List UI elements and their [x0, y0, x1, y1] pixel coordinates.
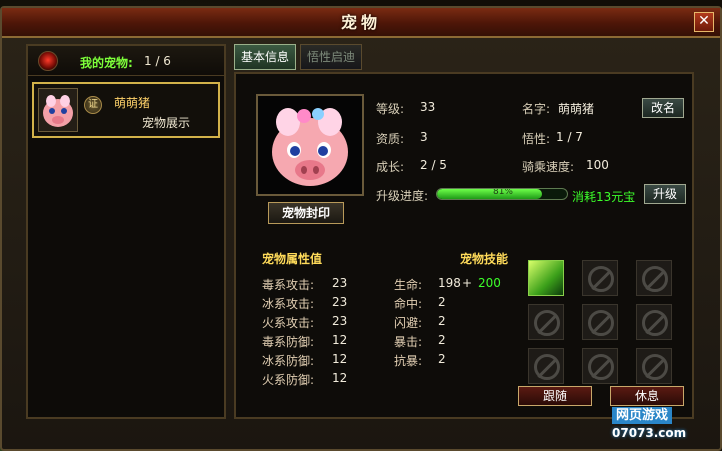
attribute-value: 23: [332, 276, 348, 290]
attribute-label: 火系防御:: [262, 373, 315, 387]
tab-savvy-enlighten[interactable]: 悟性启迪: [300, 44, 362, 70]
attribute-value: 12: [332, 333, 348, 347]
red-gem-icon: [38, 51, 58, 71]
name-value: 萌萌猪: [558, 102, 595, 116]
skill-slot-filled[interactable]: [528, 260, 564, 296]
stat-value: 2: [438, 333, 446, 347]
site-watermark: 网页游戏 07073.com: [612, 407, 712, 443]
skill-slot-locked[interactable]: [582, 304, 618, 340]
pet-list-header: 我的宠物: 1 / 6: [28, 46, 224, 76]
pet-seal-button[interactable]: 宠物封印: [268, 202, 344, 224]
pet-certificate-icon: 证: [84, 96, 102, 114]
locked-slot-icon: [534, 310, 560, 336]
pet-portrait: [256, 94, 364, 196]
quality-label: 资质:: [376, 132, 405, 146]
watermark-line2: 07073.com: [612, 426, 687, 440]
attribute-label: 火系攻击:: [262, 316, 315, 330]
level-label: 等级:: [376, 102, 405, 116]
pet-list-name: 萌萌猪: [114, 96, 151, 110]
close-icon: ✕: [698, 13, 710, 29]
stat-value: 198: [438, 276, 461, 290]
name-label: 名字:: [522, 102, 551, 116]
follow-button[interactable]: 跟随: [518, 386, 592, 406]
ride-speed-value: 100: [586, 158, 609, 172]
quality-value: 3: [420, 130, 428, 144]
savvy-label: 悟性:: [522, 132, 551, 146]
pet-thumbnail: [38, 88, 78, 132]
attribute-label: 冰系防御:: [262, 354, 315, 368]
ride-speed-label: 骑乘速度:: [522, 160, 575, 174]
stat-label: 生命:: [394, 278, 423, 292]
locked-slot-icon: [588, 310, 614, 336]
locked-slot-icon: [642, 266, 668, 292]
locked-slot-icon: [642, 310, 668, 336]
skills-title: 宠物技能: [460, 252, 509, 266]
skill-slot-locked[interactable]: [528, 348, 564, 384]
attribute-value: 12: [332, 371, 348, 385]
attribute-label: 冰系攻击:: [262, 297, 315, 311]
my-pets-label: 我的宠物:: [80, 56, 133, 70]
locked-slot-icon: [642, 354, 668, 380]
stat-label: 暴击:: [394, 335, 423, 349]
stat-value: 2: [438, 352, 446, 366]
skill-slot-locked[interactable]: [528, 304, 564, 340]
attribute-value: 23: [332, 314, 348, 328]
attribute-label: 毒系攻击:: [262, 278, 315, 292]
watermark-line1: 网页游戏: [612, 407, 673, 424]
tab-basic-info[interactable]: 基本信息: [234, 44, 296, 70]
attributes-title: 宠物属性值: [262, 252, 323, 266]
stat-value: 2: [438, 314, 446, 328]
skill-slot-locked[interactable]: [582, 348, 618, 384]
title-bar: 宠物 ✕: [2, 8, 720, 38]
skill-slot-locked[interactable]: [636, 260, 672, 296]
upgrade-cost-text: 消耗13元宝: [572, 190, 636, 204]
my-pets-count: 1 / 6: [144, 54, 171, 68]
rest-button[interactable]: 休息: [610, 386, 684, 406]
growth-value: 2 / 5: [420, 158, 447, 172]
close-button[interactable]: ✕: [694, 12, 714, 32]
locked-slot-icon: [588, 354, 614, 380]
stat-plus-sign: +: [462, 276, 473, 290]
skill-slot-locked[interactable]: [636, 348, 672, 384]
locked-slot-icon: [534, 354, 560, 380]
pet-detail-panel: 宠物封印 等级: 33 名字: 萌萌猪 改名 资质: 3 悟性: 1 / 7 成…: [234, 72, 694, 419]
stat-label: 抗暴:: [394, 354, 423, 368]
attribute-value: 12: [332, 352, 348, 366]
growth-label: 成长:: [376, 160, 405, 174]
rename-button[interactable]: 改名: [642, 98, 684, 118]
skill-slot-locked[interactable]: [636, 304, 672, 340]
exp-progress-bar: 81%: [436, 188, 568, 200]
savvy-value: 1 / 7: [556, 130, 583, 144]
pet-list-item[interactable]: 证 萌萌猪 宠物展示: [32, 82, 220, 138]
pet-display-link[interactable]: 宠物展示: [142, 114, 190, 131]
window-title: 宠物: [340, 13, 381, 32]
locked-slot-icon: [588, 266, 614, 292]
level-value: 33: [420, 100, 436, 114]
game-scene-background: 宠物 ✕ 我的宠物: 1 / 6 证 萌萌猪 宠物展示 基本信息 悟性启迪 宠物…: [0, 0, 722, 451]
attribute-value: 23: [332, 295, 348, 309]
upgrade-button[interactable]: 升级: [644, 184, 686, 204]
stat-label: 命中:: [394, 297, 423, 311]
skill-slot-locked[interactable]: [582, 260, 618, 296]
attribute-label: 毒系防御:: [262, 335, 315, 349]
stat-value: 2: [438, 295, 446, 309]
exp-progress-text: 81%: [492, 188, 513, 197]
pet-list-panel: 我的宠物: 1 / 6 证 萌萌猪 宠物展示: [26, 44, 226, 419]
stat-bonus-value: 200: [478, 276, 501, 290]
stat-label: 闪避:: [394, 316, 423, 330]
exp-label: 升级进度:: [376, 189, 429, 203]
